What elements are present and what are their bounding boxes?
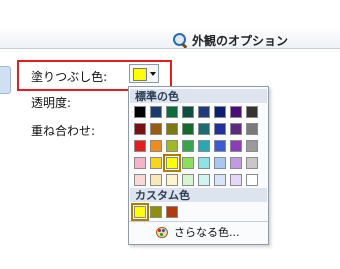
header-title-text: 外観のオプション [192,33,289,48]
color-swatch[interactable] [198,174,210,186]
color-swatch[interactable] [246,106,258,118]
color-swatch[interactable] [214,123,226,135]
header-divider [0,48,340,49]
custom-color-row [131,203,178,221]
color-swatch[interactable] [163,154,181,172]
overlay-label: 重ね合わせ: [31,124,96,138]
color-swatch[interactable] [150,174,162,186]
color-swatch[interactable] [166,123,178,135]
color-swatch[interactable] [198,140,210,152]
color-swatch[interactable] [246,123,258,135]
color-swatch[interactable] [134,140,146,152]
custom-color-swatch[interactable] [131,203,149,221]
color-swatch[interactable] [198,123,210,135]
color-swatch[interactable] [230,123,242,135]
color-swatch[interactable] [134,157,146,169]
palette-divider [129,221,268,222]
left-panel-tab[interactable] [0,66,11,94]
palette-icon [156,225,170,239]
color-swatch[interactable] [230,106,242,118]
color-swatch[interactable] [198,157,210,169]
color-swatch[interactable] [182,174,194,186]
current-color-swatch [133,68,147,81]
color-swatch[interactable] [230,174,242,186]
color-swatch[interactable] [134,174,146,186]
color-swatch[interactable] [134,123,146,135]
color-swatch[interactable] [150,140,162,152]
color-swatch[interactable] [134,106,146,118]
fill-color-dropdown[interactable] [129,64,159,83]
chevron-down-icon [150,72,156,76]
color-swatch[interactable] [182,157,194,169]
standard-colors-header: 標準の色 [130,89,267,103]
more-colors-label: さらなる色... [174,226,240,239]
color-swatch[interactable] [214,140,226,152]
standard-color-grid [134,106,258,186]
color-swatch[interactable] [246,157,258,169]
color-swatch[interactable] [214,106,226,118]
color-swatch[interactable] [166,174,178,186]
header-bar: 外観のオプション [0,0,340,49]
custom-color-swatch[interactable] [150,206,162,218]
color-swatch[interactable] [182,106,194,118]
color-palette-popup: 標準の色 カスタム色 さらなる色... [128,86,269,245]
color-swatch[interactable] [214,157,226,169]
color-swatch[interactable] [150,106,162,118]
search-icon [172,32,188,49]
more-colors-button[interactable]: さらなる色... [130,223,267,241]
color-swatch[interactable] [198,106,210,118]
custom-color-swatch[interactable] [166,206,178,218]
color-swatch[interactable] [230,157,242,169]
transparency-label: 透明度: [31,96,72,110]
header-title: 外観のオプション [172,31,288,49]
color-swatch[interactable] [214,174,226,186]
custom-colors-header: カスタム色 [130,188,267,202]
color-swatch[interactable] [182,123,194,135]
color-swatch[interactable] [246,174,258,186]
color-swatch[interactable] [182,140,194,152]
color-swatch[interactable] [166,140,178,152]
color-swatch[interactable] [166,106,178,118]
color-swatch[interactable] [150,157,162,169]
color-swatch[interactable] [150,123,162,135]
color-swatch[interactable] [230,140,242,152]
color-swatch[interactable] [246,140,258,152]
